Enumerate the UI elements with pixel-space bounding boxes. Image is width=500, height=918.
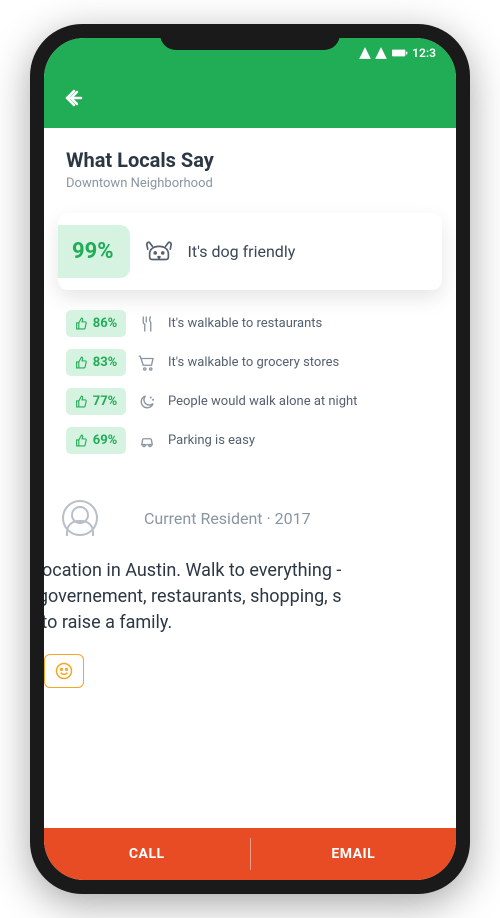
battery-icon [392, 48, 408, 58]
thumbs-up-icon [75, 356, 88, 369]
stat-percent-value: 83% [93, 355, 118, 370]
review-header: Current Resident · 2017 [48, 500, 456, 536]
stat-percent-badge: 69% [66, 427, 126, 454]
stat-percent-value: 77% [93, 394, 118, 409]
stat-row: 83% It's walkable to grocery stores [66, 349, 434, 376]
stat-row: 69% Parking is easy [66, 427, 434, 454]
moon-night-icon [138, 393, 156, 411]
thumbs-up-icon [75, 317, 88, 330]
stat-percent-value: 69% [93, 433, 118, 448]
call-button[interactable]: CALL [44, 828, 250, 880]
stat-list: 86% It's walkable to restaurants 83% [44, 304, 456, 460]
reaction-button[interactable] [44, 654, 84, 688]
stat-label: Parking is easy [168, 433, 255, 448]
bottom-action-bar: CALL EMAIL [44, 828, 456, 880]
email-button[interactable]: EMAIL [251, 828, 457, 880]
page-subtitle: Downtown Neighborhood [66, 176, 434, 191]
highlight-card[interactable]: 99% It's dog friendly [58, 213, 442, 290]
review-body: st location in Austin. Walk to everythin… [44, 558, 456, 636]
stat-percent-badge: 77% [66, 388, 126, 415]
stat-percent-badge: 86% [66, 310, 126, 337]
avatar-icon [62, 500, 98, 536]
phone-notch [160, 24, 340, 50]
phone-screen: 12:3 What Locals Say Downtown Neighborho… [44, 38, 456, 880]
review-block: Current Resident · 2017 st location in A… [44, 500, 456, 688]
restaurant-icon [138, 315, 156, 333]
section-header: What Locals Say Downtown Neighborhood [44, 128, 456, 195]
stat-label: It's walkable to restaurants [168, 316, 322, 331]
car-parking-icon [138, 432, 156, 450]
stat-label: People would walk alone at night [168, 394, 357, 409]
main-content: What Locals Say Downtown Neighborhood 99… [44, 128, 456, 828]
page-title: What Locals Say [66, 148, 434, 172]
stat-label: It's walkable to grocery stores [168, 355, 339, 370]
highlight-label: It's dog friendly [188, 242, 296, 261]
review-meta: Current Resident · 2017 [144, 509, 311, 528]
stat-row: 86% It's walkable to restaurants [66, 310, 434, 337]
highlight-percent-badge: 99% [58, 225, 130, 278]
smile-icon [54, 661, 74, 681]
thumbs-up-icon [75, 395, 88, 408]
thumbs-up-icon [75, 434, 88, 447]
status-time: 12:3 [412, 46, 436, 60]
signal-icon [358, 46, 388, 60]
phone-device-frame: 12:3 What Locals Say Downtown Neighborho… [30, 24, 470, 894]
stat-row: 77% People would walk alone at night [66, 388, 434, 415]
stat-percent-value: 86% [93, 316, 118, 331]
stat-percent-badge: 83% [66, 349, 126, 376]
app-header [44, 68, 456, 128]
grocery-cart-icon [138, 354, 156, 372]
dog-icon [144, 237, 174, 267]
back-arrow-icon[interactable] [62, 86, 86, 110]
